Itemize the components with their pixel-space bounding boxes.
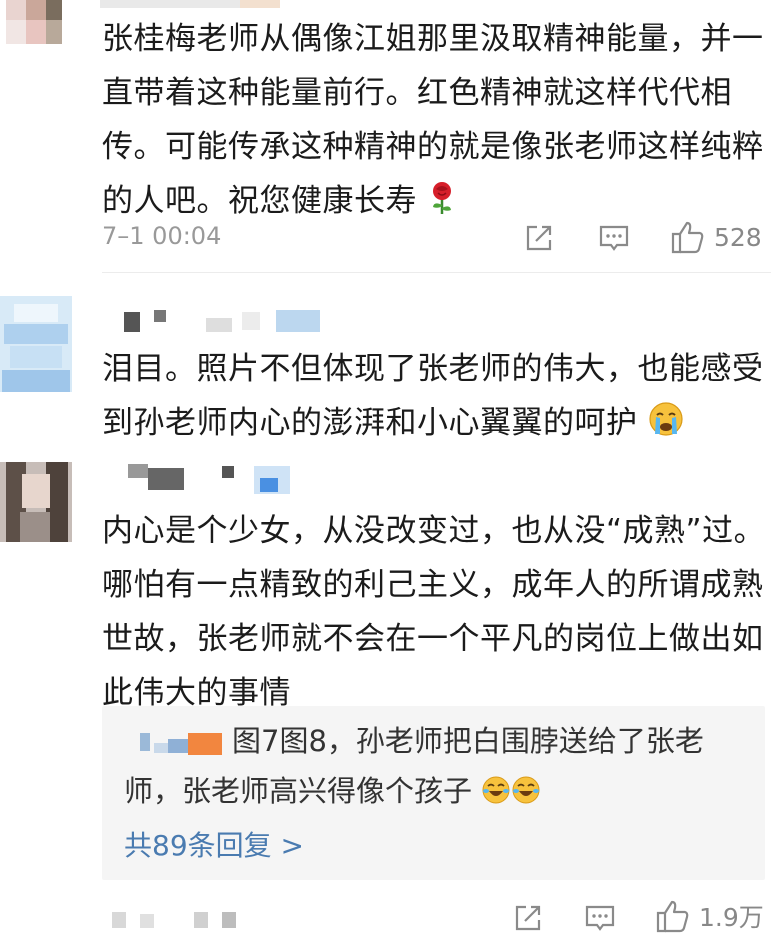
- username[interactable]: [100, 0, 260, 8]
- like-count: 1.9万: [699, 903, 764, 932]
- avatar[interactable]: [0, 0, 72, 48]
- crying-face-emoji: [648, 400, 684, 454]
- comment-icon: [599, 225, 629, 251]
- vip-badge: [276, 310, 320, 332]
- reply-username[interactable]: [124, 733, 232, 755]
- comment-time: [112, 912, 126, 928]
- vip-badge: [206, 318, 232, 332]
- username[interactable]: [148, 468, 184, 490]
- comment-time: 7–1 00:04: [102, 222, 222, 250]
- comment-button[interactable]: [598, 222, 630, 254]
- share-button[interactable]: [523, 222, 555, 254]
- comment-time: [140, 914, 154, 928]
- username[interactable]: [128, 464, 148, 478]
- reply-text: 图7图8，孙老师把白围脖送给了张老师，张老师高兴得像个孩子: [124, 716, 754, 820]
- laughing-face-emoji: [511, 770, 541, 820]
- comment-icon: [585, 905, 615, 931]
- avatar[interactable]: [0, 296, 72, 392]
- share-icon: [526, 225, 552, 251]
- comment-text: 张桂梅老师从偶像江姐那里汲取精神能量，并一直带着这种能量前行。红色精神就这样代代…: [102, 12, 767, 232]
- rose-emoji: [427, 178, 457, 232]
- share-button[interactable]: [512, 902, 544, 934]
- comment-time: [194, 912, 208, 928]
- share-icon: [515, 905, 541, 931]
- vip-badge: [242, 312, 260, 330]
- comment-button[interactable]: [584, 902, 616, 934]
- view-replies-link[interactable]: 共89条回复 >: [124, 824, 304, 864]
- thumbs-up-icon: [671, 221, 704, 254]
- username[interactable]: [154, 310, 166, 322]
- laughing-face-emoji: [481, 770, 511, 820]
- username[interactable]: [240, 0, 280, 8]
- username[interactable]: [222, 466, 234, 478]
- avatar[interactable]: [0, 462, 72, 542]
- vip-badge: [260, 478, 278, 492]
- comment-time: [222, 912, 236, 928]
- like-button[interactable]: 1.9万: [655, 898, 764, 934]
- divider: [102, 272, 771, 273]
- like-count: 528: [714, 222, 762, 252]
- comment-text: 泪目。照片不但体现了张老师的伟大，也能感受到孙老师内心的澎湃和小心翼翼的呵护: [102, 342, 767, 454]
- reply-box[interactable]: 图7图8，孙老师把白围脖送给了张老师，张老师高兴得像个孩子 共89条回复 >: [102, 706, 765, 880]
- thumbs-up-icon: [656, 900, 689, 933]
- comment-text: 内心是个少女，从没改变过，也从没“成熟”过。哪怕有一点精致的利己主义，成年人的所…: [102, 513, 766, 711]
- like-button[interactable]: 528: [670, 219, 762, 255]
- username[interactable]: [124, 312, 140, 332]
